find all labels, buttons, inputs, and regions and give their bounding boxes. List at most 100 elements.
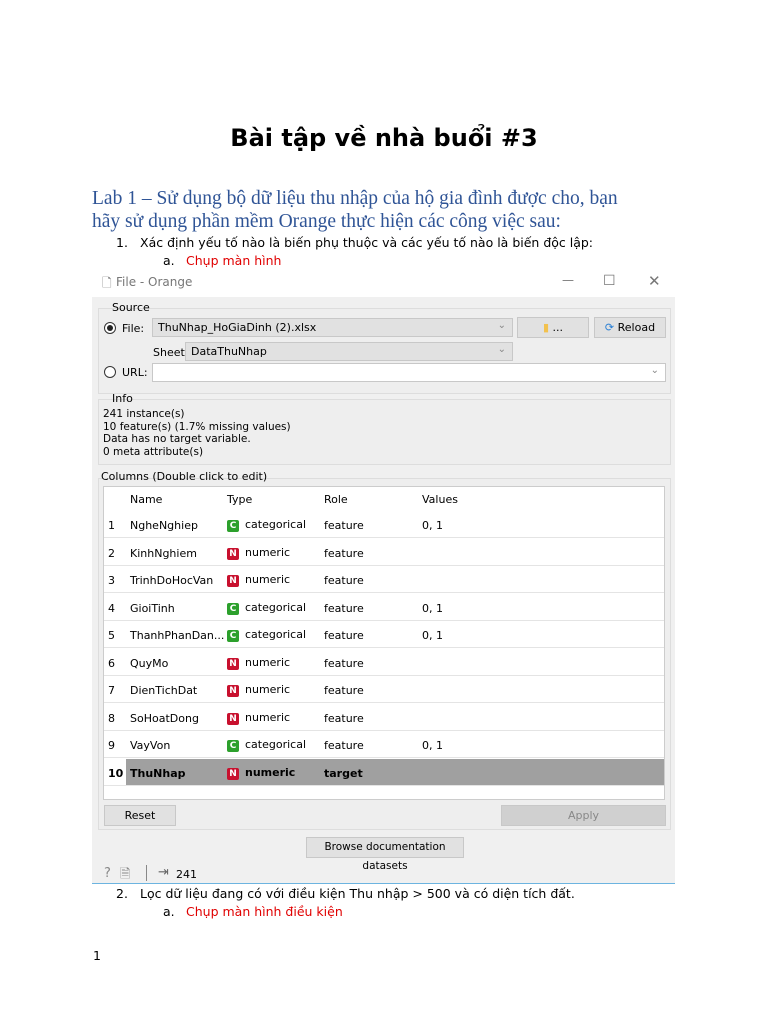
table-row[interactable]: 5 ThanhPhanDan... Ccategorical feature 0…: [104, 621, 664, 648]
type-cell: Nnumeric: [227, 656, 290, 670]
row-index: 3: [108, 574, 115, 587]
row-index: 5: [108, 629, 115, 642]
minimize-icon[interactable]: —: [562, 273, 574, 287]
type-cell: Nnumeric: [227, 683, 290, 697]
column-type: numeric: [245, 765, 296, 779]
info-line: 0 meta attribute(s): [103, 445, 204, 458]
type-badge-icon: C: [227, 630, 239, 642]
row-number: 4: [104, 593, 126, 620]
lab-heading-line1: Lab 1 – Sử dụng bộ dữ liệu thu nhập của …: [92, 188, 618, 209]
file-label: File:: [122, 322, 145, 335]
table-row[interactable]: 3 TrinhDoHocVan Nnumeric feature: [104, 566, 664, 593]
type-cell: Nnumeric: [227, 766, 295, 780]
subitem-letter: a.: [163, 904, 175, 919]
apply-button[interactable]: Apply: [501, 805, 666, 826]
column-name: ThanhPhanDan...: [130, 629, 225, 642]
type-cell: Ccategorical: [227, 518, 306, 532]
column-name: QuyMo: [130, 656, 169, 670]
reload-button[interactable]: ⟳ Reload: [594, 317, 666, 338]
type-badge-icon: C: [227, 602, 239, 615]
url-radio[interactable]: [104, 366, 116, 378]
sheet-value: DataThuNhap: [191, 345, 267, 358]
row-number: 5: [104, 621, 126, 647]
row-number: 9: [104, 731, 126, 757]
type-badge-icon: N: [227, 657, 239, 670]
column-name: NgheNghiep: [130, 519, 198, 532]
column-type: categorical: [245, 600, 307, 614]
report-icon[interactable]: 🗎: [120, 865, 130, 887]
columns-table[interactable]: Name Type Role Values 1 NgheNghiep Ccate…: [103, 486, 665, 800]
row-number: 2: [104, 538, 126, 565]
column-name: KinhNghiem: [130, 546, 197, 560]
columns-label: Columns (Double click to edit): [101, 470, 268, 483]
table-row[interactable]: 7 DienTichDat Nnumeric feature: [104, 676, 664, 703]
header-values[interactable]: Values: [422, 493, 458, 506]
column-type: numeric: [245, 545, 291, 559]
item-1a-text: Chụp màn hình: [186, 253, 282, 268]
lab-heading-line2: hãy sử dụng phần mềm Orange thực hiện cá…: [92, 211, 561, 232]
column-name: SoHoatDong: [130, 711, 199, 725]
table-row[interactable]: 2 KinhNghiem Nnumeric feature: [104, 538, 664, 566]
table-row[interactable]: 8 SoHoatDong Nnumeric feature: [104, 703, 664, 731]
column-name: VayVon: [130, 739, 171, 752]
column-name: GioiTinh: [130, 601, 175, 615]
file-combo[interactable]: ThuNhap_HoGiaDinh (2).xlsx ⌄: [152, 318, 513, 337]
source-label: Source: [112, 301, 150, 314]
table-row[interactable]: 1 NgheNghiep Ccategorical feature 0, 1: [104, 511, 664, 538]
type-badge-icon: C: [227, 520, 239, 532]
column-role: feature: [324, 739, 364, 752]
column-type: categorical: [245, 738, 307, 751]
page-number: 1: [93, 948, 101, 963]
info-text: 241 instance(s) 10 feature(s) (1.7% miss…: [103, 408, 291, 458]
column-type: numeric: [245, 710, 291, 724]
type-badge-icon: N: [227, 712, 239, 725]
column-type: numeric: [245, 655, 291, 669]
row-index: 2: [108, 546, 115, 560]
item-number: 1.: [116, 235, 128, 250]
maximize-icon[interactable]: ☐: [603, 273, 616, 289]
row-number: 7: [104, 676, 126, 702]
type-badge-icon: N: [227, 685, 239, 697]
url-combo[interactable]: ⌄: [152, 363, 666, 382]
info-line: 10 feature(s) (1.7% missing values): [103, 420, 291, 433]
row-index: 8: [108, 711, 115, 725]
row-index: 4: [108, 601, 115, 615]
table-row[interactable]: 4 GioiTinh Ccategorical feature 0, 1: [104, 593, 664, 621]
row-number: 1: [104, 511, 126, 537]
row-index: 10: [108, 766, 124, 780]
folder-icon: ▮: [542, 321, 550, 334]
info-line: 241 instance(s): [103, 408, 185, 420]
type-cell: Ccategorical: [227, 628, 306, 642]
column-role: feature: [324, 684, 364, 697]
header-role[interactable]: Role: [324, 493, 348, 506]
header-name[interactable]: Name: [130, 493, 162, 506]
browse-file-button[interactable]: ▮ ...: [517, 317, 589, 338]
column-values: 0, 1: [422, 739, 443, 752]
column-role: feature: [324, 711, 364, 725]
column-values: 0, 1: [422, 519, 443, 532]
info-line: Data has no target variable.: [103, 433, 251, 445]
browse-documentation-button[interactable]: Browse documentation datasets: [306, 837, 464, 872]
row-index: 6: [108, 656, 115, 670]
column-role: target: [324, 766, 363, 780]
help-icon[interactable]: ?: [104, 866, 111, 881]
type-cell: Ccategorical: [227, 601, 306, 615]
table-row[interactable]: 9 VayVon Ccategorical feature 0, 1: [104, 731, 664, 758]
header-type[interactable]: Type: [227, 493, 252, 506]
sheet-combo[interactable]: DataThuNhap ⌄: [185, 342, 513, 361]
item-2a-text: Chụp màn hình điều kiện: [186, 904, 343, 919]
file-radio[interactable]: [104, 322, 116, 334]
row-index: 1: [108, 519, 115, 532]
subitem-letter: a.: [163, 253, 175, 268]
table-row[interactable]: 6 QuyMo Nnumeric feature: [104, 648, 664, 676]
item-2-text: Lọc dữ liệu đang có với điều kiện Thu nh…: [140, 886, 575, 901]
item-number: 2.: [116, 886, 128, 901]
close-icon[interactable]: ✕: [648, 272, 661, 290]
table-row[interactable]: 10 ThuNhap Nnumeric target: [104, 758, 664, 786]
column-type: numeric: [245, 683, 291, 696]
column-type: categorical: [245, 518, 307, 531]
row-number: 8: [104, 703, 126, 730]
reset-button[interactable]: Reset: [104, 805, 176, 826]
info-label: Info: [112, 392, 133, 405]
row-index: 9: [108, 739, 115, 752]
